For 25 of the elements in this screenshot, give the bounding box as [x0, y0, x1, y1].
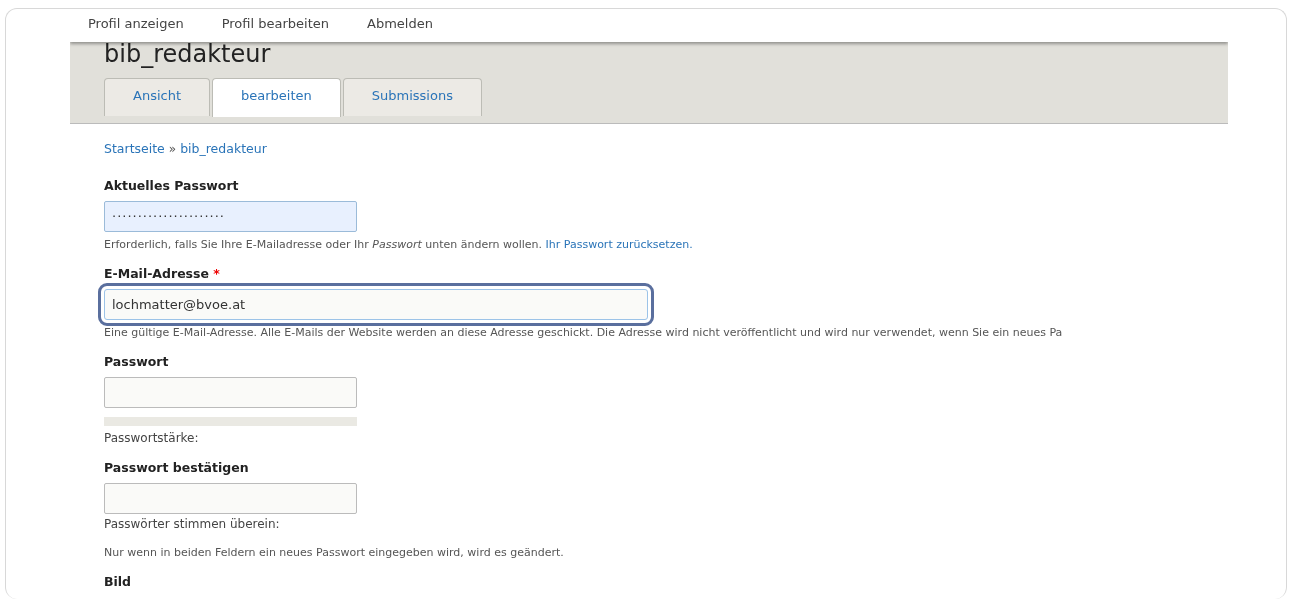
note-text: Nur wenn in beiden Feldern ein neues Passwort eingegeben wird, wird es geändert.	[104, 544, 565, 561]
tab[interactable]: bearbeiten	[212, 77, 341, 117]
field-description: Eine gültige E-Mail-Adresse. Alle E-Mails der Website werden an diese Adresse geschickt. Die Adresse wird nicht veröffentlicht und wird nur verwendet, wenn Sie ein neues Pa	[104, 324, 1064, 341]
password-field[interactable]	[104, 377, 357, 408]
field-label: Passwort bestätigen	[104, 459, 250, 477]
nav-link[interactable]: Profil anzeigen	[88, 14, 184, 34]
password-field[interactable]: ······················	[104, 200, 357, 232]
field-label: Passwort	[104, 353, 170, 372]
required-mark: *	[213, 266, 220, 281]
breadcrumb-link[interactable]: Startseite	[104, 141, 165, 156]
strength-caption: Passwortstärke:	[104, 430, 200, 447]
password-field[interactable]	[104, 482, 357, 514]
nav-link[interactable]: Abmelden	[367, 14, 433, 34]
section-label: Bild	[104, 573, 133, 592]
tab[interactable]: Ansicht	[104, 77, 210, 116]
nav-link[interactable]: Profil bearbeiten	[221, 14, 329, 34]
field-description: Erforderlich, falls Sie Ihre E-Mailadresse oder Ihr Passwort unten ändern wollen. Ihr Passwort zurücksetzen.	[104, 236, 694, 253]
match-status: Passwörter stimmen überein:	[104, 515, 281, 533]
breadcrumb-link[interactable]: bib_redakteur	[180, 141, 267, 156]
field-label: Aktuelles Passwort	[104, 176, 240, 195]
breadcrumb-separator: »	[168, 142, 177, 156]
field-label: E-Mail-Adresse *	[104, 265, 221, 283]
reset-password-link[interactable]: Ihr Passwort zurücksetzen.	[545, 237, 693, 251]
tab[interactable]: Submissions	[342, 77, 482, 116]
page-title: bib_redakteur	[104, 42, 272, 69]
